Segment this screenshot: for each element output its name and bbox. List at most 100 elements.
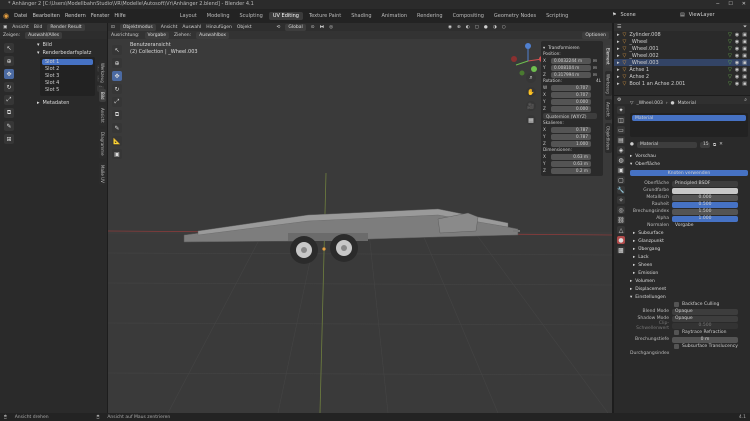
world-icon[interactable]: ◍ [617,156,625,164]
eye-icon[interactable]: ◉ [735,53,739,59]
select-icon[interactable]: ↖ [4,43,14,53]
tab-scopes[interactable]: Diagramme [99,129,106,159]
cursor-icon[interactable]: ⊕ [4,56,14,66]
tab-tool[interactable]: Werkzeug [99,60,106,86]
tab-scripting[interactable]: Scripting [542,12,572,20]
outliner-item[interactable]: ▸ ▽ Achse 1 ▽ ◉ ▣ [614,66,750,73]
refraction-depth-field[interactable]: 0 m [672,336,738,343]
bsdf-field-value[interactable] [672,187,738,194]
material-slot-item[interactable]: Material [632,115,746,121]
move-icon[interactable]: ✥ [112,71,122,81]
slot-item[interactable]: Slot 4 [42,80,93,87]
tab-animation[interactable]: Animation [378,12,412,20]
material-shading-icon[interactable]: ◑ [493,25,497,30]
duplicate-icon[interactable]: ⧉ [713,142,716,148]
tab-object-lists[interactable]: Objektlisten [604,123,612,154]
tab-view[interactable]: Ansicht [604,99,612,121]
bsdf-subsection[interactable]: ▸ Glanzpunkt [630,237,748,245]
annotate-icon[interactable]: ✎ [112,123,122,133]
maximize-icon[interactable]: ☐ [728,0,732,9]
scene-icon[interactable]: ◈ [617,146,625,154]
scale-icon[interactable]: ⤢ [112,97,122,107]
options-dropdown[interactable]: Optionen [582,31,609,39]
material-browse-icon[interactable]: ● [630,142,634,147]
shadow-mode-dropdown[interactable]: Opaque [672,315,738,322]
menu-view[interactable]: Ansicht [161,25,178,30]
clip-threshold-field[interactable]: 0.500 [672,322,738,329]
bsdf-subsection[interactable]: ▸ Emission [630,269,748,277]
slot-item[interactable]: Slot 5 [42,87,93,94]
surface-shader-dropdown[interactable]: Principled BSDF [672,180,738,187]
lock-icon[interactable]: ⊟ [593,65,597,70]
expand-icon[interactable]: ▸ [617,32,620,38]
particles-icon[interactable]: ✧ [617,196,625,204]
rotation-mode-dropdown[interactable]: Quaternion (WXYZ) [543,113,597,119]
expand-icon[interactable]: ▸ [617,39,620,45]
modifier-icon[interactable]: 🔧 [617,186,625,194]
render-icon[interactable]: ◫ [617,116,625,124]
camera-icon[interactable]: ▣ [742,81,747,87]
tab-modeling[interactable]: Modeling [203,12,234,20]
blend-mode-dropdown[interactable]: Opaque [672,308,738,315]
show-dropdown[interactable]: Auswahl/Alles [25,31,63,39]
eye-icon[interactable]: ◉ [735,81,739,87]
select-box-icon[interactable]: ↖ [112,45,122,55]
camera-icon[interactable]: ▣ [742,53,747,59]
bsdf-subsection[interactable]: ▸ Übergang [630,245,748,253]
tab-uv-editing[interactable]: UV Editing [268,12,303,20]
tab-layout[interactable]: Layout [176,12,201,20]
tab-shading[interactable]: Shading [347,12,375,20]
tab-rendering[interactable]: Rendering [413,12,447,20]
viewport-3d[interactable]: ⊡ Objektmodus Ansicht Auswahl Hinzufügen… [108,23,612,413]
close-icon[interactable]: ✕ [719,142,723,147]
drag-dropdown[interactable]: Auswahlbox [196,31,230,39]
expand-icon[interactable]: ▸ [617,53,620,59]
transform-orient-icon[interactable]: ⟲ [277,25,281,30]
output-icon[interactable]: ▭ [617,126,625,134]
minimize-icon[interactable]: ─ [716,0,719,9]
orientation-dropdown[interactable]: Vorgabe [144,31,170,39]
raytrace-checkbox[interactable] [674,330,679,335]
collection-icon[interactable]: ▣ [617,166,625,174]
tab-sculpting[interactable]: Sculpting [236,12,267,20]
expand-icon[interactable]: ▸ [617,67,620,73]
slot-item[interactable]: Slot 1 [42,59,93,65]
tab-geometry-nodes[interactable]: Geometry Nodes [490,12,540,20]
constraints-icon[interactable]: ⛓ [617,216,625,224]
preview-section[interactable]: ▸ Vorschau [630,152,748,160]
expand-icon[interactable]: ▸ [617,74,620,80]
material-users[interactable]: 15 [699,141,710,148]
bsdf-field-value[interactable]: 1.500 [672,208,738,215]
transform-orient-dropdown[interactable]: Global [285,23,306,31]
move-icon[interactable]: ✥ [4,69,14,79]
pan-icon[interactable]: ✋ [526,87,536,97]
outliner-item[interactable]: ▸ ▽ Zylinder.008 ▽ ◉ ▣ [614,31,750,38]
eye-icon[interactable]: ◉ [735,39,739,45]
menu-select[interactable]: Auswahl [182,25,201,30]
bsdf-subsection[interactable]: ▸ Lack [630,253,748,261]
data-icon[interactable]: △ [617,226,625,234]
camera-icon[interactable]: ▣ [742,39,747,45]
measure-icon[interactable]: 📐 [112,136,122,146]
tab-compositing[interactable]: Compositing [449,12,488,20]
texture-icon[interactable]: ▩ [617,246,625,254]
menu-help[interactable]: Hilfe [114,13,125,19]
render-shading-icon[interactable]: ○ [502,25,506,30]
camera-icon[interactable]: ▣ [742,46,747,52]
tab-view[interactable]: Ansicht [99,105,106,127]
editor-type-icon[interactable]: ⊡ [111,25,115,30]
use-nodes-button[interactable]: Knoten verwenden [630,170,748,176]
overlay-icon[interactable]: ◐ [466,25,470,30]
visibility-icon[interactable]: ◉ [448,25,452,30]
metadata-header[interactable]: ▸ Metadaten [37,99,95,107]
bsdf-field-value[interactable]: 1.000 [672,215,738,222]
camera-icon[interactable]: 🎥 [526,101,536,111]
menu-render[interactable]: Rendern [65,13,86,19]
tab-texture-paint[interactable]: Texture Paint [305,12,345,20]
tab-uv[interactable]: Maße UV [99,161,106,186]
eye-icon[interactable]: ◉ [735,67,739,73]
transform-header[interactable]: ▾ Transformieren [543,43,601,51]
zoom-icon[interactable]: ⌕ [526,73,536,83]
outliner-item[interactable]: ▸ ▽ _Wheel.001 ▽ ◉ ▣ [614,45,750,52]
scale-icon[interactable]: ⤢ [4,95,14,105]
